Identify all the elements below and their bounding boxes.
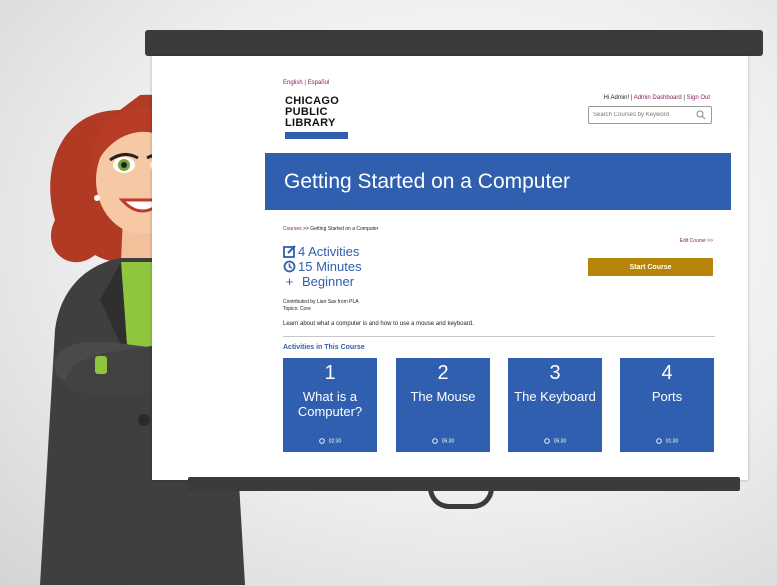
course-stats: 4 Activities 15 Minutes + Beginner <box>283 244 362 289</box>
course-title: Getting Started on a Computer <box>284 169 570 193</box>
user-links: Hi Admin! | Admin Dashboard | Sign Out <box>603 95 710 101</box>
contributed-by: Contributed by Lian Sax from PLA <box>283 299 359 305</box>
activity-duration: 01:30 <box>665 438 679 444</box>
activity-card-4[interactable]: 4 Ports 01:30 <box>620 358 714 452</box>
timer-icon <box>431 437 438 444</box>
plus-icon: + <box>285 274 294 289</box>
activity-time: 01:30 <box>620 437 714 444</box>
activity-duration: 02:30 <box>328 438 342 444</box>
activities-count-row: 4 Activities <box>283 244 362 259</box>
breadcrumb-current: >> Getting Started on a Computer <box>303 226 379 232</box>
activity-title: What is a Computer? <box>297 389 363 419</box>
course-meta: Contributed by Lian Sax from PLA Topics:… <box>283 299 359 313</box>
course-title-banner: Getting Started on a Computer <box>265 153 731 210</box>
topics: Topics: Core <box>283 306 311 312</box>
course-description: Learn about what a computer is and how t… <box>283 321 474 327</box>
admin-dashboard-link[interactable]: Admin Dashboard <box>634 95 682 101</box>
level: Beginner <box>302 274 355 289</box>
activity-time: 05:30 <box>508 437 602 444</box>
logo-line-3: LIBRARY <box>285 117 336 129</box>
edit-icon <box>283 245 296 258</box>
search-icon[interactable] <box>696 110 706 120</box>
activities-heading: Activities in This Course <box>283 344 365 351</box>
timer-icon <box>543 437 550 444</box>
clock-icon <box>283 260 296 273</box>
activity-title: The Keyboard <box>514 389 596 404</box>
duration: 15 Minutes <box>298 259 362 274</box>
language-links[interactable]: English | Español <box>283 80 329 86</box>
user-links-separator: | <box>683 95 685 101</box>
edit-course-link[interactable]: Edit Course >> <box>680 238 713 244</box>
activity-title: The Mouse <box>410 389 476 404</box>
search-box[interactable] <box>588 106 712 124</box>
activity-card-2[interactable]: 2 The Mouse 05:30 <box>396 358 490 452</box>
logo-bar <box>285 132 348 139</box>
activity-time: 05:30 <box>396 437 490 444</box>
activity-number: 2 <box>437 362 449 384</box>
activity-title: Ports <box>651 389 683 404</box>
activity-number: 1 <box>324 362 336 384</box>
level-row: + Beginner <box>283 274 362 289</box>
activity-card-3[interactable]: 3 The Keyboard 05:30 <box>508 358 602 452</box>
activity-duration: 05:30 <box>441 438 455 444</box>
start-course-button[interactable]: Start Course <box>588 258 713 276</box>
activity-number: 4 <box>661 362 673 384</box>
projector-screen-top-bar <box>145 30 763 56</box>
timer-icon <box>318 437 325 444</box>
search-input[interactable] <box>593 112 693 118</box>
breadcrumb: Courses >> Getting Started on a Computer <box>283 226 378 232</box>
activity-number: 3 <box>549 362 561 384</box>
activity-duration: 05:30 <box>553 438 567 444</box>
duration-row: 15 Minutes <box>283 259 362 274</box>
activity-card-1[interactable]: 1 What is a Computer? 02:30 <box>283 358 377 452</box>
activities-count: 4 Activities <box>298 244 360 259</box>
activity-time: 02:30 <box>283 437 377 444</box>
divider <box>283 336 715 337</box>
breadcrumb-courses-link[interactable]: Courses <box>283 226 302 232</box>
sign-out-link[interactable]: Sign Out <box>687 95 710 101</box>
user-greeting: Hi Admin! | <box>603 95 633 101</box>
timer-icon <box>655 437 662 444</box>
library-logo[interactable]: CHICAGO PUBLIC LIBRARY <box>285 96 349 139</box>
